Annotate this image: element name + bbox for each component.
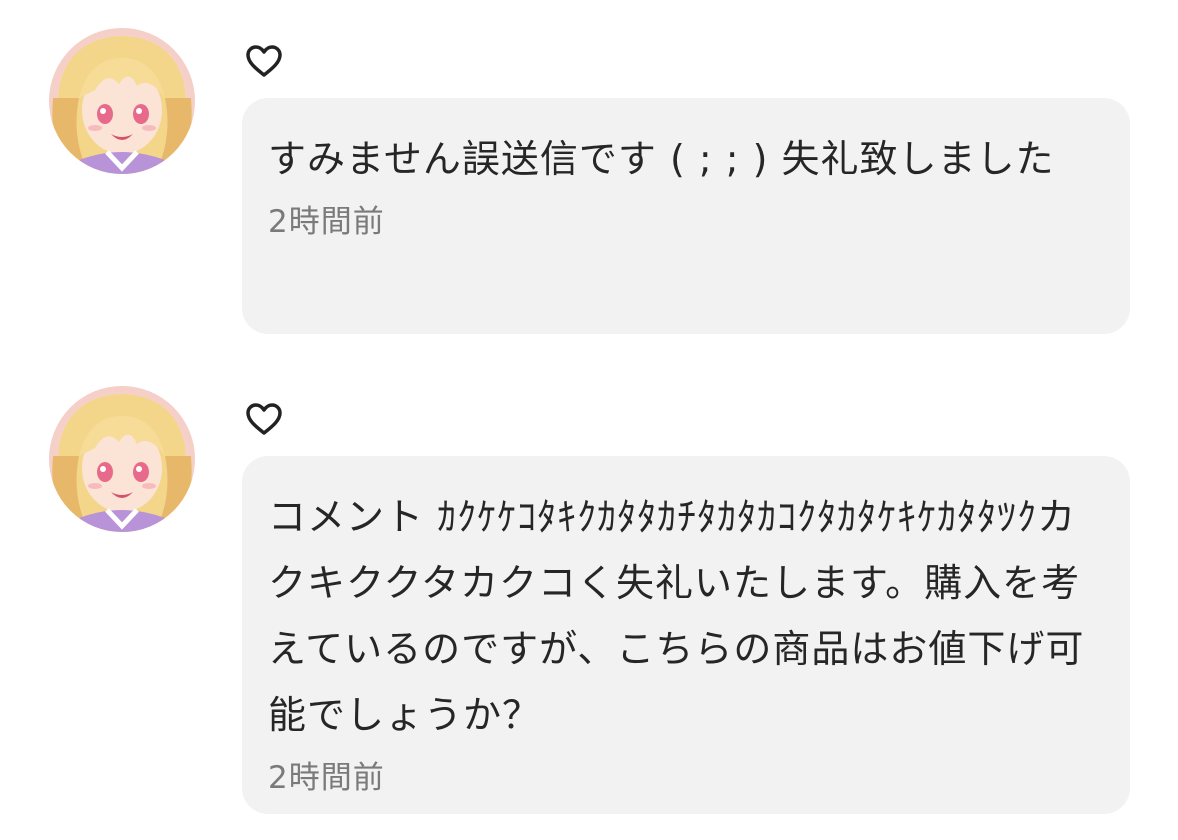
comment-bubble: すみません誤送信です ( ; ; ) 失礼致しました 2時間前 [242, 98, 1130, 334]
comment-text: すみません誤送信です ( ; ; ) 失礼致しました [268, 137, 1055, 181]
avatar[interactable] [49, 386, 195, 532]
comment-text: コメント ｶｸｹｹｺﾀｷｸｶﾀﾀｶﾁﾀｶﾀｶｺｸﾀｶﾀｹｷｹｶﾀﾀﾂｸカクキクク… [268, 495, 1085, 737]
avatar[interactable] [49, 28, 195, 174]
anime-girl-avatar-icon [49, 386, 195, 532]
timestamp: 2時間前 [268, 760, 385, 796]
comment-bubble: コメント ｶｸｹｹｺﾀｷｸｶﾀﾀｶﾁﾀｶﾀｶｺｸﾀｶﾀｹｷｹｶﾀﾀﾂｸカクキクク… [242, 456, 1130, 814]
anime-girl-avatar-icon [49, 28, 195, 174]
timestamp: 2時間前 [268, 204, 385, 240]
heart-outline-icon[interactable] [245, 402, 283, 436]
heart-outline-icon[interactable] [245, 44, 283, 78]
